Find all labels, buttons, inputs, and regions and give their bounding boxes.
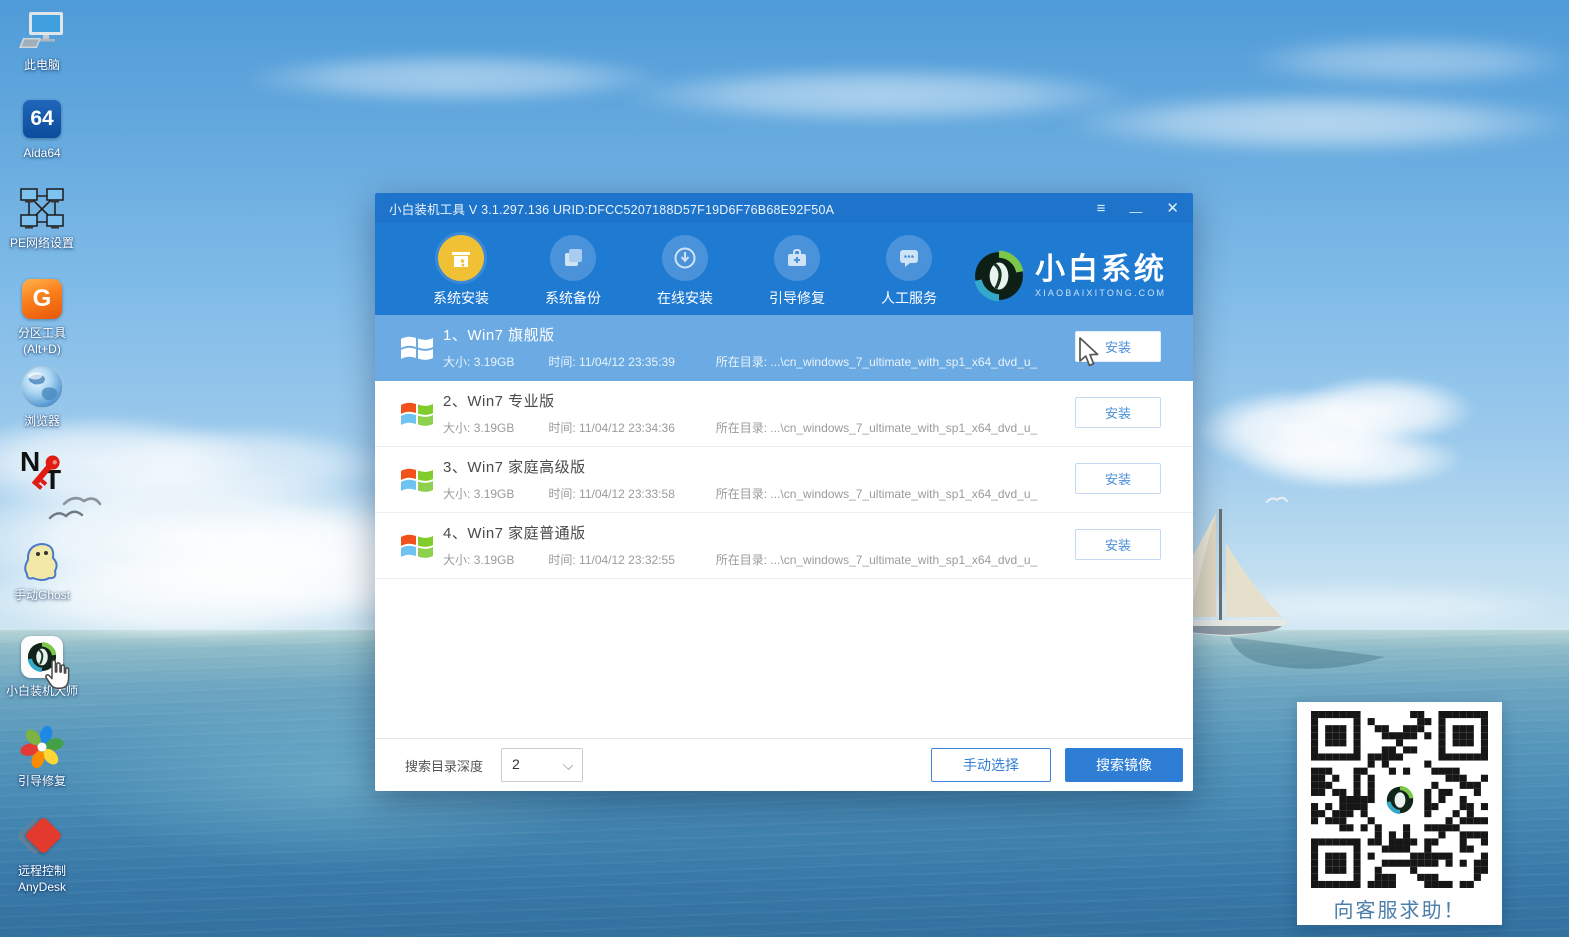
qr-code: [1311, 711, 1488, 888]
close-icon[interactable]: ✕: [1166, 201, 1179, 216]
desktop-icon-browser[interactable]: 浏览器: [2, 364, 82, 429]
xiaobai-installer-window: 小白装机工具 V 3.1.297.136 URID:DFCC5207188D57…: [375, 193, 1193, 791]
windows-flag-icon: [398, 330, 436, 366]
desktop-icon-label: Aida64: [23, 146, 60, 161]
windows-flag-icon: [398, 462, 436, 498]
anydesk-icon: [20, 814, 64, 860]
os-meta: 大小: 3.19GB 时间: 11/04/12 23:32:55 所在目录: .…: [443, 551, 1068, 568]
desktop-icon-label: PE网络设置: [10, 236, 74, 251]
brand-title: 小白系统: [1035, 254, 1167, 286]
os-row-win7-professional[interactable]: 2、Win7 专业版 大小: 3.19GB 时间: 11/04/12 23:34…: [375, 381, 1193, 447]
os-meta: 大小: 3.19GB 时间: 11/04/12 23:35:39 所在目录: .…: [443, 353, 1068, 370]
cloud: [1240, 36, 1569, 86]
desktop-icon-label: 引导修复: [18, 774, 66, 789]
tab-label: 人工服务: [881, 288, 937, 308]
tab-boot-repair[interactable]: 引导修复: [741, 235, 853, 315]
qr-caption: 向客服求助！: [1334, 894, 1466, 923]
desktop-icon-manual-ghost[interactable]: 手动Ghost: [2, 538, 82, 603]
chevron-down-icon: [563, 760, 573, 770]
support-qr-panel: 向客服求助！: [1297, 702, 1502, 925]
manual-select-button[interactable]: 手动选择: [931, 748, 1051, 782]
os-title: 2、Win7 专业版: [443, 390, 555, 411]
desktop-icon-label: 浏览器: [24, 414, 60, 429]
backup-pages-icon: [550, 235, 596, 281]
tab-system-install[interactable]: 系统安装: [405, 235, 517, 315]
window-titlebar[interactable]: 小白装机工具 V 3.1.297.136 URID:DFCC5207188D57…: [375, 193, 1193, 223]
nav-bar: 系统安装 系统备份 在线安装 引导修复: [375, 223, 1193, 315]
cloud: [240, 52, 670, 104]
desktop-icon-label: 此电脑: [24, 58, 60, 73]
install-button[interactable]: 安装: [1075, 529, 1161, 560]
network-icon: [19, 186, 65, 232]
desktop-icon-this-pc[interactable]: 此电脑: [2, 8, 82, 73]
ghost-icon: [19, 538, 65, 584]
globe-icon: [19, 364, 65, 410]
desktop-icon-aida64[interactable]: 64 Aida64: [2, 96, 82, 161]
desktop-icon-partition-tool[interactable]: G 分区工具 (Alt+D): [2, 276, 82, 357]
window-footer: 搜索目录深度 2 手动选择 搜索镜像: [375, 738, 1193, 791]
window-title: 小白装机工具 V 3.1.297.136 URID:DFCC5207188D57…: [389, 199, 834, 218]
diskgenius-icon: G: [22, 279, 62, 319]
os-title: 1、Win7 旗舰版: [443, 324, 555, 345]
xiaobai-icon: [21, 636, 63, 678]
qr-center-logo-icon: [1380, 780, 1420, 820]
list-empty-area: [375, 579, 1193, 738]
install-button[interactable]: 安装: [1075, 463, 1161, 494]
os-row-win7-ultimate[interactable]: 1、Win7 旗舰版 大小: 3.19GB 时间: 11/04/12 23:35…: [375, 315, 1193, 381]
toolbox-icon: [774, 235, 820, 281]
install-button[interactable]: 安装: [1075, 331, 1161, 362]
tab-human-service[interactable]: 人工服务: [853, 235, 965, 315]
search-depth-value: 2: [512, 756, 520, 772]
chat-bubble-icon: [886, 235, 932, 281]
desktop-icon-label: 手动Ghost: [14, 588, 70, 603]
search-depth-select[interactable]: 2: [501, 748, 583, 782]
os-meta: 大小: 3.19GB 时间: 11/04/12 23:34:36 所在目录: .…: [443, 419, 1068, 436]
os-title: 3、Win7 家庭高级版: [443, 456, 586, 477]
os-row-win7-home-premium[interactable]: 3、Win7 家庭高级版 大小: 3.19GB 时间: 11/04/12 23:…: [375, 447, 1193, 513]
xiaobai-logo-icon: [973, 250, 1025, 302]
desktop-icon-label2: (Alt+D): [23, 342, 61, 357]
tab-label: 系统安装: [433, 288, 489, 308]
install-button[interactable]: 安装: [1075, 397, 1161, 428]
cloud: [1060, 92, 1569, 154]
desktop-icon-anydesk[interactable]: 远程控制 AnyDesk: [2, 814, 82, 895]
desktop-icon-label: 远程控制: [18, 864, 66, 879]
brand-logo: 小白系统 XIAOBAIXITONG.COM: [973, 237, 1167, 315]
nt-key-icon: N T: [18, 450, 66, 496]
aida64-icon: 64: [23, 100, 61, 138]
search-image-button[interactable]: 搜索镜像: [1065, 748, 1183, 782]
windows-flag-icon: [398, 528, 436, 564]
tab-label: 引导修复: [769, 288, 825, 308]
tab-label: 系统备份: [545, 288, 601, 308]
os-meta: 大小: 3.19GB 时间: 11/04/12 23:33:58 所在目录: .…: [443, 485, 1068, 502]
desktop-icon-label: 分区工具: [18, 326, 66, 341]
desktop-icon-boot-repair[interactable]: 引导修复: [2, 724, 82, 789]
tab-label: 在线安装: [657, 288, 713, 308]
install-box-icon: [438, 235, 484, 281]
desktop-icon-label2: AnyDesk: [18, 880, 66, 895]
search-depth-label: 搜索目录深度: [405, 756, 483, 775]
seagull-icon: [42, 492, 104, 526]
desktop-icon-pe-network[interactable]: PE网络设置: [2, 186, 82, 251]
desktop-icon-label: 小白装机大师: [6, 684, 78, 699]
cloud: [620, 66, 1140, 124]
tab-online-install[interactable]: 在线安装: [629, 235, 741, 315]
download-icon: [662, 235, 708, 281]
os-title: 4、Win7 家庭普通版: [443, 522, 586, 543]
os-row-win7-home-basic[interactable]: 4、Win7 家庭普通版 大小: 3.19GB 时间: 11/04/12 23:…: [375, 513, 1193, 579]
brand-subtitle: XIAOBAIXITONG.COM: [1035, 288, 1167, 298]
desktop: 此电脑 64 Aida64 PE网络设置 G 分区工具 (Al: [0, 0, 1569, 937]
os-list: 1、Win7 旗舰版 大小: 3.19GB 时间: 11/04/12 23:35…: [375, 315, 1193, 579]
tab-system-backup[interactable]: 系统备份: [517, 235, 629, 315]
windows-flag-icon: [398, 396, 436, 432]
menu-icon[interactable]: ≡: [1097, 201, 1106, 216]
desktop-icon-xiaobai-master[interactable]: 小白装机大师: [2, 634, 82, 699]
desktop-icon-nt-password[interactable]: N T: [2, 450, 82, 496]
cloud: [1235, 428, 1465, 490]
minimize-icon[interactable]: —: [1129, 205, 1142, 218]
this-pc-icon: [19, 8, 65, 54]
pinwheel-icon: [20, 724, 64, 770]
